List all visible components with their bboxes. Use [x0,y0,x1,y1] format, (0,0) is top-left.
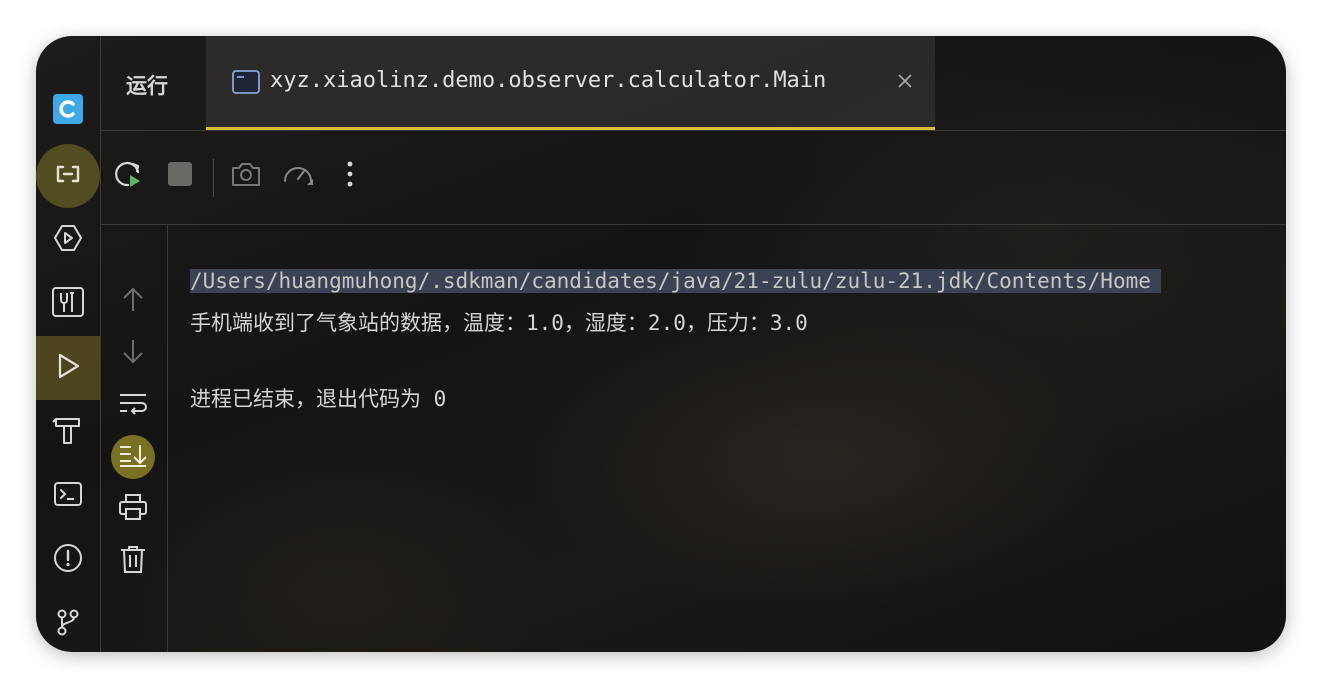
build-tools-icon [51,285,85,323]
build-hammer-icon [51,413,85,451]
more-options-button[interactable] [335,161,365,191]
trash-icon [119,544,147,578]
console-window-icon [232,70,260,98]
screenshot-button[interactable] [231,161,261,191]
tab-label: xyz.xiaolinz.demo.observer.calculator.Ma… [270,68,827,93]
app-logo-button[interactable] [36,83,100,139]
stop-button[interactable] [165,161,195,191]
console-line-exit[interactable]: 进程已结束，退出代码为 0 [190,383,446,413]
services-button[interactable] [36,212,100,268]
scroll-to-end-button[interactable] [111,435,155,479]
terminal-button[interactable] [36,468,100,524]
git-button[interactable] [36,596,100,652]
print-button[interactable] [113,489,153,529]
console-output[interactable]: /Users/huangmuhong/.sdkman/candidates/ja… [168,225,1286,652]
run-icon [52,350,84,386]
clear-all-button[interactable] [113,541,153,581]
ide-window: 运行 xyz.xiaolinz.demo.observer.calculator… [36,36,1286,652]
scroll-to-end-icon [118,442,148,472]
services-icon [52,222,84,258]
console-line-output[interactable]: 手机端收到了气象站的数据，温度：1.0，湿度：2.0，压力：3.0 [190,307,808,337]
code-with-me-button[interactable] [36,144,100,208]
screenshot-icon [230,160,262,192]
close-icon[interactable] [896,72,914,94]
problems-button[interactable] [36,532,100,588]
build-button[interactable] [36,404,100,460]
soft-wrap-button[interactable] [113,386,153,426]
run-panel-header: 运行 xyz.xiaolinz.demo.observer.calculator… [101,36,1286,131]
console-line-command[interactable]: /Users/huangmuhong/.sdkman/candidates/ja… [190,269,1161,293]
app-logo-icon [52,93,84,129]
more-icon [346,160,354,192]
next-occurrence-button[interactable] [113,334,153,374]
code-with-me-icon [52,158,84,194]
toolbar-separator [213,159,214,197]
print-icon [118,493,148,525]
rerun-icon [112,158,144,194]
problems-icon [52,542,84,578]
build-tools-button[interactable] [36,276,100,332]
down-arrow-icon [121,338,145,370]
terminal-icon [52,478,84,514]
console-side-toolbar [101,225,168,652]
rerun-button[interactable] [113,161,143,191]
profiler-button[interactable] [283,161,313,191]
up-arrow-icon [121,285,145,317]
active-tab-indicator [206,127,935,130]
tab-main-run-config[interactable]: xyz.xiaolinz.demo.observer.calculator.Ma… [206,36,935,130]
previous-occurrence-button[interactable] [113,281,153,321]
stop-icon [167,161,193,191]
profiler-icon [281,159,315,193]
activity-bar [36,36,101,652]
run-tool-button[interactable] [36,336,100,400]
soft-wrap-icon [118,391,148,421]
git-icon [52,606,84,642]
panel-title: 运行 [126,74,168,98]
run-toolbar [101,131,1286,225]
